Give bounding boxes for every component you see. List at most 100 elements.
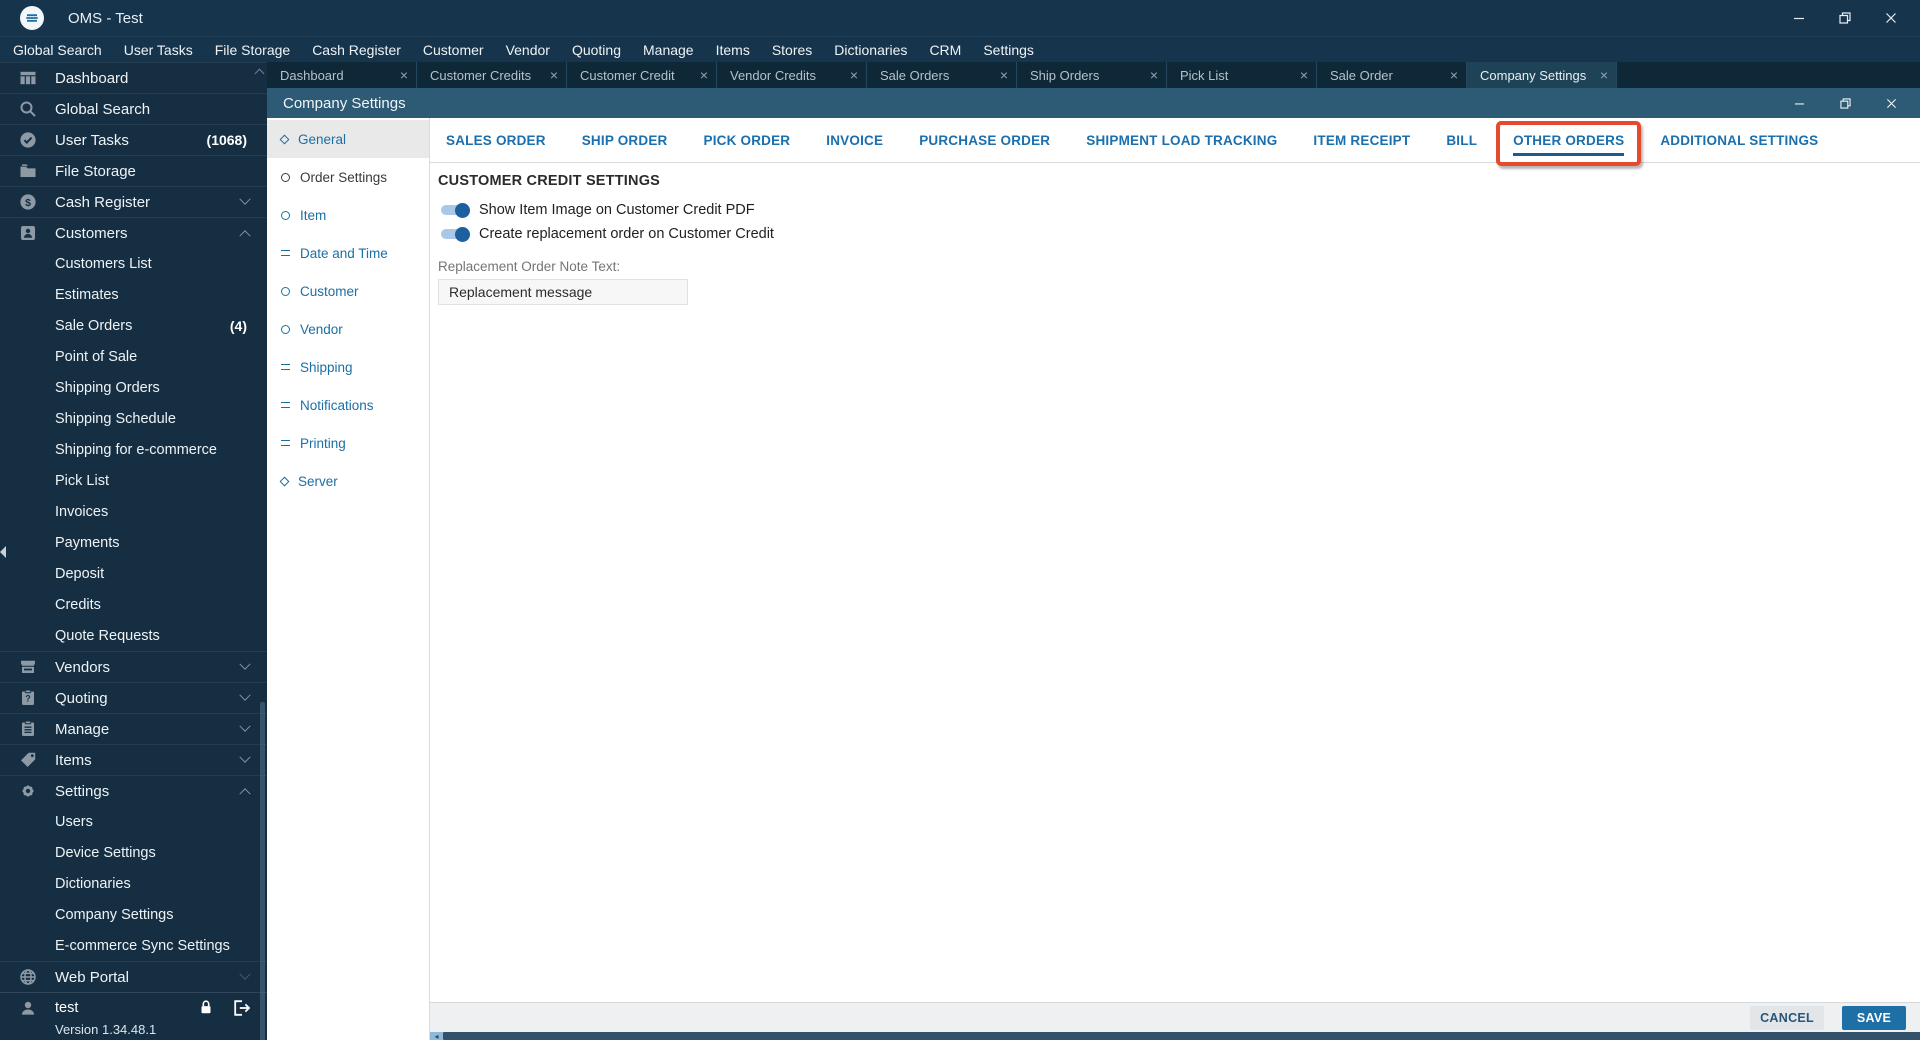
sidebar-item-file-storage[interactable]: File Storage: [0, 155, 267, 186]
menu-item-settings[interactable]: Settings: [972, 37, 1045, 62]
menu-item-global-search[interactable]: Global Search: [2, 37, 113, 62]
tab-close-icon[interactable]: ×: [1450, 68, 1458, 82]
sidebar-item-shipping-schedule[interactable]: Shipping Schedule: [0, 403, 267, 434]
sidebar-item-sale-orders[interactable]: Sale Orders (4): [0, 310, 267, 341]
tab-dashboard[interactable]: Dashboard ×: [267, 62, 417, 88]
settings-nav-general[interactable]: General: [267, 120, 429, 158]
tab-close-icon[interactable]: ×: [1150, 68, 1158, 82]
sidebar-item-deposit[interactable]: Deposit: [0, 558, 267, 589]
lock-icon[interactable]: [197, 998, 217, 1018]
menu-item-dictionaries[interactable]: Dictionaries: [823, 37, 918, 62]
inner-restore-icon[interactable]: [1822, 88, 1868, 118]
menu-item-manage[interactable]: Manage: [632, 37, 705, 62]
sidebar-item-customers-list[interactable]: Customers List: [0, 248, 267, 279]
save-button[interactable]: SAVE: [1842, 1005, 1906, 1030]
sidebar-item-quote-requests[interactable]: Quote Requests: [0, 620, 267, 651]
tab-close-icon[interactable]: ×: [1300, 68, 1308, 82]
sidebar-item-device-settings[interactable]: Device Settings: [0, 837, 267, 868]
menu-item-vendor[interactable]: Vendor: [495, 37, 561, 62]
menu-item-cash-register[interactable]: Cash Register: [301, 37, 412, 62]
sidebar-item-shipping-orders[interactable]: Shipping Orders: [0, 372, 267, 403]
menu-item-quoting[interactable]: Quoting: [561, 37, 632, 62]
settings-tab-bill[interactable]: BILL: [1446, 133, 1477, 148]
sidebar-item-e-commerce-sync-settings[interactable]: E-commerce Sync Settings: [0, 930, 267, 961]
sidebar-item-cash-register[interactable]: $ Cash Register: [0, 186, 267, 217]
sidebar-item-estimates[interactable]: Estimates: [0, 279, 267, 310]
settings-tab-other-orders[interactable]: OTHER ORDERS: [1496, 120, 1642, 166]
sidebar-item-dictionaries[interactable]: Dictionaries: [0, 868, 267, 899]
menu-item-user-tasks[interactable]: User Tasks: [113, 37, 204, 62]
menu-item-file-storage[interactable]: File Storage: [204, 37, 301, 62]
sign-out-icon[interactable]: [231, 998, 251, 1018]
tab-close-icon[interactable]: ×: [400, 68, 408, 82]
settings-tab-invoice[interactable]: INVOICE: [826, 133, 883, 148]
sidebar-item-items[interactable]: Items: [0, 744, 267, 775]
tab-close-icon[interactable]: ×: [550, 68, 558, 82]
tab-ship-orders[interactable]: Ship Orders ×: [1017, 62, 1167, 88]
tab-customer-credits[interactable]: Customer Credits ×: [417, 62, 567, 88]
tab-company-settings[interactable]: Company Settings ×: [1467, 62, 1617, 88]
sidebar-scrollbar[interactable]: [260, 702, 265, 1040]
settings-nav-shipping[interactable]: Shipping: [267, 348, 429, 386]
tab-pick-list[interactable]: Pick List ×: [1167, 62, 1317, 88]
inner-minimize-icon[interactable]: [1776, 88, 1822, 118]
sidebar-item-dashboard[interactable]: Dashboard: [0, 62, 267, 93]
tab-close-icon[interactable]: ×: [1600, 68, 1608, 82]
toggle-switch-show-item-image-on-customer-credit-pdf[interactable]: [441, 202, 470, 218]
settings-tab-sales-order[interactable]: SALES ORDER: [446, 133, 546, 148]
sidebar-item-pick-list[interactable]: Pick List: [0, 465, 267, 496]
settings-tab-additional-settings[interactable]: ADDITIONAL SETTINGS: [1660, 133, 1818, 148]
tab-vendor-credits[interactable]: Vendor Credits ×: [717, 62, 867, 88]
settings-nav-order-settings[interactable]: Order Settings: [267, 158, 429, 196]
sidebar-item-point-of-sale[interactable]: Point of Sale: [0, 341, 267, 372]
sidebar-item-manage[interactable]: Manage: [0, 713, 267, 744]
sidebar-item-payments[interactable]: Payments: [0, 527, 267, 558]
scroll-left-arrow-icon[interactable]: ◂: [430, 1032, 443, 1040]
menu-item-crm[interactable]: CRM: [918, 37, 972, 62]
menu-item-customer[interactable]: Customer: [412, 37, 495, 62]
sidebar-item-global-search[interactable]: Global Search: [0, 93, 267, 124]
settings-tab-purchase-order[interactable]: PURCHASE ORDER: [919, 133, 1050, 148]
sidebar-item-customers[interactable]: Customers: [0, 217, 267, 248]
sidebar-item-shipping-for-e-commerce[interactable]: Shipping for e-commerce: [0, 434, 267, 465]
sidebar-item-users[interactable]: Users: [0, 806, 267, 837]
vendors-icon: [18, 657, 38, 677]
cancel-button[interactable]: CANCEL: [1750, 1005, 1824, 1030]
settings-nav-date-and-time[interactable]: Date and Time: [267, 234, 429, 272]
maximize-icon[interactable]: [1822, 0, 1868, 36]
settings-tab-shipment-load-tracking[interactable]: SHIPMENT LOAD TRACKING: [1086, 133, 1277, 148]
sidebar-item-company-settings[interactable]: Company Settings: [0, 899, 267, 930]
sidebar-item-settings[interactable]: Settings: [0, 775, 267, 806]
settings-tab-ship-order[interactable]: SHIP ORDER: [582, 133, 668, 148]
sidebar-item-web-portal[interactable]: Web Portal: [0, 961, 267, 992]
replacement-note-input[interactable]: [438, 279, 688, 305]
settings-nav-vendor[interactable]: Vendor: [267, 310, 429, 348]
sidebar-item-credits[interactable]: Credits: [0, 589, 267, 620]
settings-tab-pick-order[interactable]: PICK ORDER: [704, 133, 791, 148]
horizontal-scrollbar-thumb[interactable]: [443, 1032, 1920, 1040]
settings-tab-item-receipt[interactable]: ITEM RECEIPT: [1313, 133, 1410, 148]
settings-nav-server[interactable]: Server: [267, 462, 429, 500]
close-icon[interactable]: [1868, 0, 1914, 36]
minimize-icon[interactable]: [1776, 0, 1822, 36]
settings-nav-item[interactable]: Item: [267, 196, 429, 234]
menu-item-items[interactable]: Items: [705, 37, 761, 62]
sidebar-collapse-arrow-icon[interactable]: [0, 546, 6, 558]
tab-customer-credit[interactable]: Customer Credit ×: [567, 62, 717, 88]
settings-nav-customer[interactable]: Customer: [267, 272, 429, 310]
menu-item-stores[interactable]: Stores: [761, 37, 823, 62]
sidebar-item-invoices[interactable]: Invoices: [0, 496, 267, 527]
tab-close-icon[interactable]: ×: [1000, 68, 1008, 82]
inner-close-icon[interactable]: [1868, 88, 1914, 118]
settings-nav-printing[interactable]: Printing: [267, 424, 429, 462]
sidebar-item-vendors[interactable]: Vendors: [0, 651, 267, 682]
tab-sale-orders[interactable]: Sale Orders ×: [867, 62, 1017, 88]
sidebar-item-quoting[interactable]: ? Quoting: [0, 682, 267, 713]
user-account-row[interactable]: test: [0, 992, 267, 1022]
tab-sale-order[interactable]: Sale Order ×: [1317, 62, 1467, 88]
tab-close-icon[interactable]: ×: [700, 68, 708, 82]
toggle-switch-create-replacement-order-on-customer-credit[interactable]: [441, 226, 470, 242]
tab-close-icon[interactable]: ×: [850, 68, 858, 82]
sidebar-item-user-tasks[interactable]: User Tasks (1068): [0, 124, 267, 155]
settings-nav-notifications[interactable]: Notifications: [267, 386, 429, 424]
